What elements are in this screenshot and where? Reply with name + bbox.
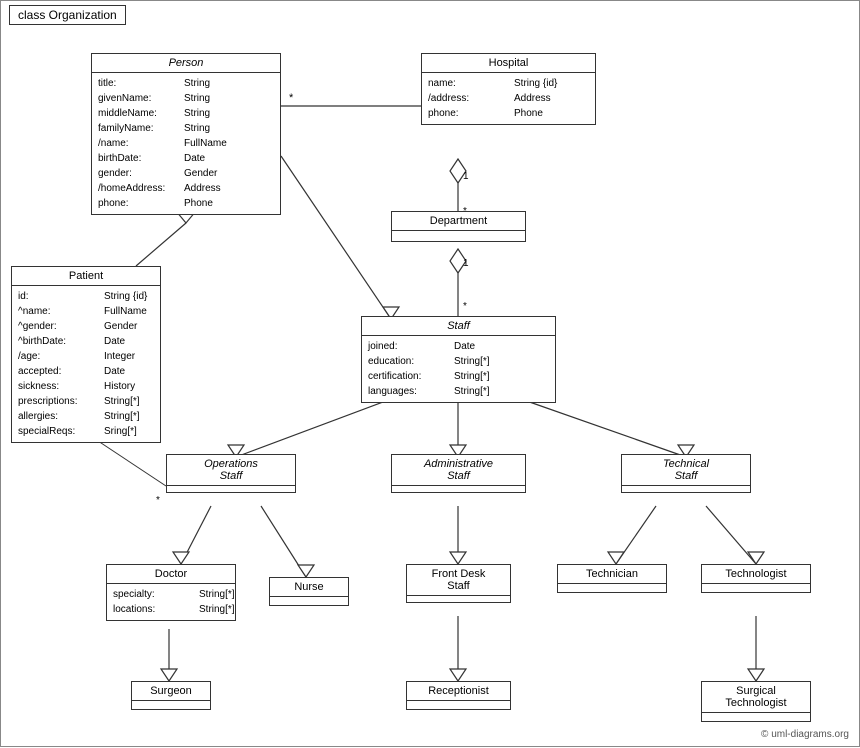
- svg-text:*: *: [463, 301, 467, 312]
- class-front-desk-staff: Front DeskStaff: [406, 564, 511, 603]
- class-front-desk-staff-header: Front DeskStaff: [407, 565, 510, 596]
- class-surgical-technologist: SurgicalTechnologist: [701, 681, 811, 722]
- class-hospital-header: Hospital: [422, 54, 595, 73]
- class-staff-body: joined:Date education:String[*] certific…: [362, 336, 555, 402]
- class-person-body: title:String givenName:String middleName…: [92, 73, 280, 214]
- svg-text:*: *: [289, 92, 294, 104]
- class-hospital-body: name:String {id} /address:Address phone:…: [422, 73, 595, 124]
- copyright: © uml-diagrams.org: [761, 729, 849, 740]
- class-patient-body: id:String {id} ^name:FullName ^gender:Ge…: [12, 286, 160, 442]
- class-technician: Technician: [557, 564, 667, 593]
- class-nurse-header: Nurse: [270, 578, 348, 597]
- class-surgeon-header: Surgeon: [132, 682, 210, 701]
- class-technologist-header: Technologist: [702, 565, 810, 584]
- class-operations-staff-header: OperationsStaff: [167, 455, 295, 486]
- class-nurse: Nurse: [269, 577, 349, 606]
- diagram-title: class Organization: [9, 5, 126, 25]
- class-surgical-technologist-header: SurgicalTechnologist: [702, 682, 810, 713]
- class-technical-staff: TechnicalStaff: [621, 454, 751, 493]
- class-receptionist: Receptionist: [406, 681, 511, 710]
- class-department-header: Department: [392, 212, 525, 231]
- class-patient: Patient id:String {id} ^name:FullName ^g…: [11, 266, 161, 443]
- class-person-header: Person: [92, 54, 280, 73]
- svg-text:*: *: [156, 495, 160, 506]
- class-technologist: Technologist: [701, 564, 811, 593]
- class-technical-staff-header: TechnicalStaff: [622, 455, 750, 486]
- svg-text:1: 1: [463, 171, 469, 182]
- class-hospital: Hospital name:String {id} /address:Addre…: [421, 53, 596, 125]
- class-person: Person title:String givenName:String mid…: [91, 53, 281, 215]
- class-department: Department: [391, 211, 526, 242]
- class-receptionist-header: Receptionist: [407, 682, 510, 701]
- class-staff-header: Staff: [362, 317, 555, 336]
- class-department-body: [392, 231, 525, 241]
- class-surgeon: Surgeon: [131, 681, 211, 710]
- class-patient-header: Patient: [12, 267, 160, 286]
- class-administrative-staff: AdministrativeStaff: [391, 454, 526, 493]
- class-doctor-header: Doctor: [107, 565, 235, 584]
- class-staff: Staff joined:Date education:String[*] ce…: [361, 316, 556, 403]
- class-doctor: Doctor specialty:String[*] locations:Str…: [106, 564, 236, 621]
- class-operations-staff: OperationsStaff: [166, 454, 296, 493]
- svg-text:1: 1: [463, 258, 469, 269]
- class-technician-header: Technician: [558, 565, 666, 584]
- class-administrative-staff-header: AdministrativeStaff: [392, 455, 525, 486]
- diagram-container: class Organization * 1 * 1 *: [0, 0, 860, 747]
- class-doctor-body: specialty:String[*] locations:String[*]: [107, 584, 235, 620]
